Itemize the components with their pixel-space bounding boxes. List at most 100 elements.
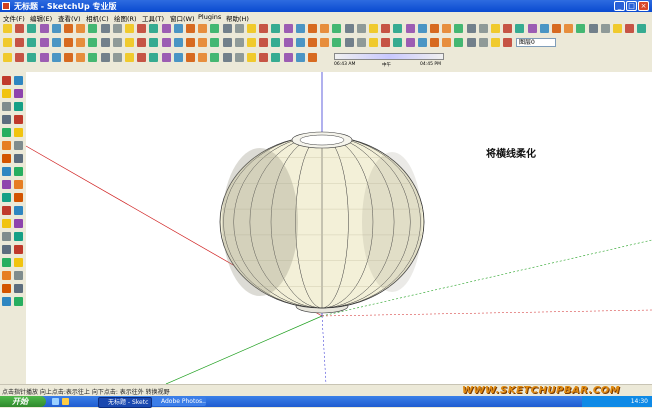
- toolbar-tool-icon[interactable]: [271, 24, 281, 33]
- menu-plugins[interactable]: Plugins: [198, 13, 221, 21]
- toolbar-tool-icon[interactable]: [161, 53, 171, 62]
- toolbar-tool-icon[interactable]: [64, 53, 73, 62]
- toolbar-tool-icon[interactable]: [137, 24, 147, 33]
- toolbar-tool-icon[interactable]: [125, 53, 134, 62]
- toolbar-tool-icon[interactable]: [88, 53, 98, 62]
- toolbar-tool-icon[interactable]: [51, 24, 61, 33]
- palette-tool-icon[interactable]: [14, 284, 23, 293]
- palette-tool-icon[interactable]: [2, 141, 11, 150]
- toolbar-tool-icon[interactable]: [454, 38, 464, 47]
- toolbar-tool-icon[interactable]: [222, 38, 232, 47]
- toolbar-tool-icon[interactable]: [478, 38, 488, 47]
- toolbar-tool-icon[interactable]: [100, 38, 110, 47]
- palette-tool-icon[interactable]: [14, 219, 23, 228]
- toolbar-tool-icon[interactable]: [283, 53, 293, 62]
- toolbar-tool-icon[interactable]: [637, 24, 647, 33]
- toolbar-tool-icon[interactable]: [332, 24, 342, 33]
- toolbar-tool-icon[interactable]: [88, 38, 98, 47]
- toolbar-tool-icon[interactable]: [393, 38, 403, 47]
- toolbar-tool-icon[interactable]: [478, 24, 488, 33]
- palette-tool-icon[interactable]: [2, 232, 11, 241]
- toolbar-tool-icon[interactable]: [186, 53, 195, 62]
- toolbar-tool-icon[interactable]: [3, 24, 12, 33]
- toolbar-tool-icon[interactable]: [405, 24, 415, 33]
- palette-tool-icon[interactable]: [2, 206, 11, 215]
- toolbar-tool-icon[interactable]: [381, 38, 391, 47]
- toolbar-tool-icon[interactable]: [173, 53, 183, 62]
- toolbar-tool-icon[interactable]: [271, 38, 281, 47]
- toolbar-tool-icon[interactable]: [149, 24, 159, 33]
- toolbar-tool-icon[interactable]: [381, 24, 391, 33]
- palette-tool-icon[interactable]: [2, 245, 11, 254]
- toolbar-tool-icon[interactable]: [137, 53, 147, 62]
- toolbar-tool-icon[interactable]: [442, 38, 452, 47]
- toolbar-tool-icon[interactable]: [27, 24, 37, 33]
- palette-tool-icon[interactable]: [14, 102, 23, 111]
- toolbar-tool-icon[interactable]: [149, 38, 159, 47]
- palette-tool-icon[interactable]: [14, 167, 23, 176]
- toolbar-tool-icon[interactable]: [222, 24, 232, 33]
- toolbar-tool-icon[interactable]: [271, 53, 281, 62]
- model-viewport[interactable]: 将横线柔化: [26, 72, 652, 384]
- toolbar-tool-icon[interactable]: [442, 24, 452, 33]
- toolbar-tool-icon[interactable]: [503, 24, 513, 33]
- palette-tool-icon[interactable]: [2, 284, 11, 293]
- toolbar-tool-icon[interactable]: [15, 38, 25, 47]
- toolbar-tool-icon[interactable]: [552, 24, 561, 33]
- toolbar-tool-icon[interactable]: [625, 24, 635, 33]
- toolbar-tool-icon[interactable]: [417, 24, 427, 33]
- toolbar-tool-icon[interactable]: [198, 24, 208, 33]
- toolbar-tool-icon[interactable]: [186, 24, 195, 33]
- toolbar-tool-icon[interactable]: [64, 38, 73, 47]
- toolbar-tool-icon[interactable]: [576, 24, 586, 33]
- toolbar-tool-icon[interactable]: [64, 24, 73, 33]
- toolbar-tool-icon[interactable]: [3, 53, 12, 62]
- toolbar-tool-icon[interactable]: [247, 24, 256, 33]
- palette-tool-icon[interactable]: [2, 258, 11, 267]
- palette-tool-icon[interactable]: [2, 167, 11, 176]
- toolbar-tool-icon[interactable]: [600, 24, 610, 33]
- palette-tool-icon[interactable]: [2, 89, 11, 98]
- toolbar-tool-icon[interactable]: [234, 24, 244, 33]
- toolbar-tool-icon[interactable]: [88, 24, 98, 33]
- toolbar-tool-icon[interactable]: [39, 53, 49, 62]
- quicklaunch-icon-2[interactable]: [62, 398, 69, 405]
- toolbar-tool-icon[interactable]: [539, 24, 549, 33]
- toolbar-tool-icon[interactable]: [308, 53, 317, 62]
- palette-tool-icon[interactable]: [14, 271, 23, 280]
- toolbar-tool-icon[interactable]: [161, 24, 171, 33]
- toolbar-tool-icon[interactable]: [39, 24, 49, 33]
- toolbar-tool-icon[interactable]: [417, 38, 427, 47]
- toolbar-tool-icon[interactable]: [161, 38, 171, 47]
- toolbar-tool-icon[interactable]: [491, 24, 500, 33]
- palette-tool-icon[interactable]: [2, 219, 11, 228]
- palette-tool-icon[interactable]: [2, 102, 11, 111]
- palette-tool-icon[interactable]: [2, 154, 11, 163]
- palette-tool-icon[interactable]: [14, 128, 23, 137]
- palette-tool-icon[interactable]: [14, 206, 23, 215]
- toolbar-tool-icon[interactable]: [210, 24, 220, 33]
- toolbar-tool-icon[interactable]: [15, 24, 25, 33]
- palette-tool-icon[interactable]: [14, 76, 23, 85]
- taskbar-item-sketchup[interactable]: 无标题 - Sketc: [98, 397, 152, 408]
- toolbar-tool-icon[interactable]: [51, 38, 61, 47]
- toolbar-tool-icon[interactable]: [405, 38, 415, 47]
- toolbar-tool-icon[interactable]: [137, 38, 147, 47]
- toolbar-tool-icon[interactable]: [234, 53, 244, 62]
- toolbar-tool-icon[interactable]: [259, 24, 269, 33]
- toolbar-tool-icon[interactable]: [210, 53, 220, 62]
- palette-tool-icon[interactable]: [2, 271, 11, 280]
- toolbar-tool-icon[interactable]: [76, 38, 86, 47]
- taskbar-item-photoshop[interactable]: Adobe Photos...: [152, 397, 206, 406]
- toolbar-tool-icon[interactable]: [308, 24, 317, 33]
- lantern-model[interactable]: [219, 131, 425, 314]
- toolbar-tool-icon[interactable]: [393, 24, 403, 33]
- maximize-button[interactable]: □: [626, 1, 637, 11]
- toolbar-tool-icon[interactable]: [295, 24, 305, 33]
- toolbar-tool-icon[interactable]: [112, 38, 122, 47]
- toolbar-tool-icon[interactable]: [283, 38, 293, 47]
- toolbar-tool-icon[interactable]: [39, 38, 49, 47]
- palette-tool-icon[interactable]: [2, 115, 11, 124]
- minimize-button[interactable]: _: [614, 1, 625, 11]
- toolbar-tool-icon[interactable]: [51, 53, 61, 62]
